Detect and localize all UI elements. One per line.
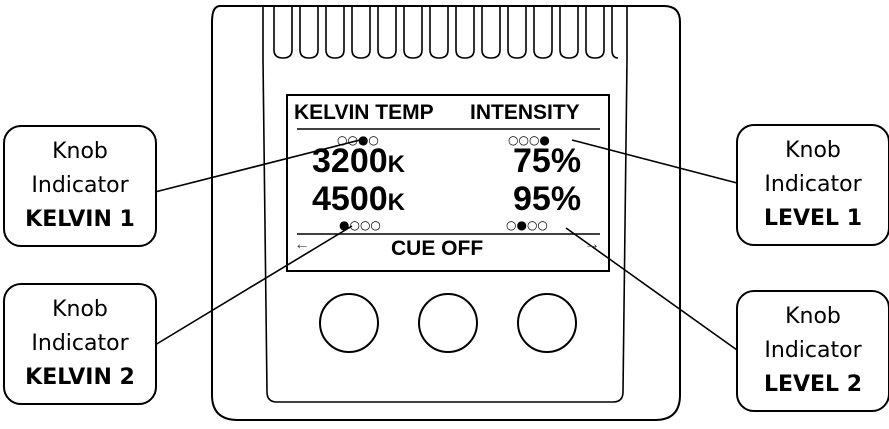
arrow-left-icon: ← bbox=[294, 236, 310, 253]
callout-level-2: Knob Indicator LEVEL 2 bbox=[736, 290, 889, 412]
callout-level-2-line1: Knob bbox=[785, 304, 841, 329]
header-kelvin-temp: KELVIN TEMP bbox=[294, 101, 434, 124]
kelvin-2-unit: K bbox=[387, 189, 405, 216]
kelvin-1-value: 3200 bbox=[312, 142, 388, 180]
callout-level-1-line2: Indicator bbox=[764, 172, 862, 197]
knob-indicator-kelvin-2: ●○○○ bbox=[339, 218, 381, 232]
cue-status: CUE OFF bbox=[391, 237, 484, 260]
callout-level-1-line3: LEVEL 1 bbox=[763, 206, 863, 231]
callout-kelvin-1-line2: Indicator bbox=[31, 173, 129, 198]
callout-kelvin-1-line3: KELVIN 1 bbox=[25, 207, 135, 232]
callout-kelvin-2-line3: KELVIN 2 bbox=[25, 365, 135, 390]
callout-level-1-line1: Knob bbox=[785, 138, 841, 163]
callout-level-2-line3: LEVEL 2 bbox=[763, 372, 863, 397]
callout-kelvin-2: Knob Indicator KELVIN 2 bbox=[3, 283, 157, 405]
callout-kelvin-2-line1: Knob bbox=[52, 297, 108, 322]
kelvin-1-readout: 3200K bbox=[312, 142, 405, 181]
callout-kelvin-1-line1: Knob bbox=[52, 139, 108, 164]
callout-level-1: Knob Indicator LEVEL 1 bbox=[736, 124, 889, 246]
knob-center bbox=[418, 293, 478, 353]
knob-indicator-level-2: ○●○○ bbox=[506, 218, 548, 232]
knob-left bbox=[319, 293, 379, 353]
arrow-right-icon: → bbox=[584, 236, 600, 253]
callout-kelvin-1: Knob Indicator KELVIN 1 bbox=[3, 125, 157, 247]
callout-level-2-line2: Indicator bbox=[764, 338, 862, 363]
kelvin-2-value: 4500 bbox=[312, 180, 388, 218]
callout-kelvin-2-line2: Indicator bbox=[31, 331, 129, 356]
kelvin-2-readout: 4500K bbox=[312, 180, 405, 219]
header-intensity: INTENSITY bbox=[470, 101, 580, 124]
kelvin-1-unit: K bbox=[387, 151, 405, 178]
level-1-readout: 75% bbox=[513, 142, 582, 180]
knob-right bbox=[517, 293, 577, 353]
level-2-readout: 95% bbox=[513, 180, 582, 218]
